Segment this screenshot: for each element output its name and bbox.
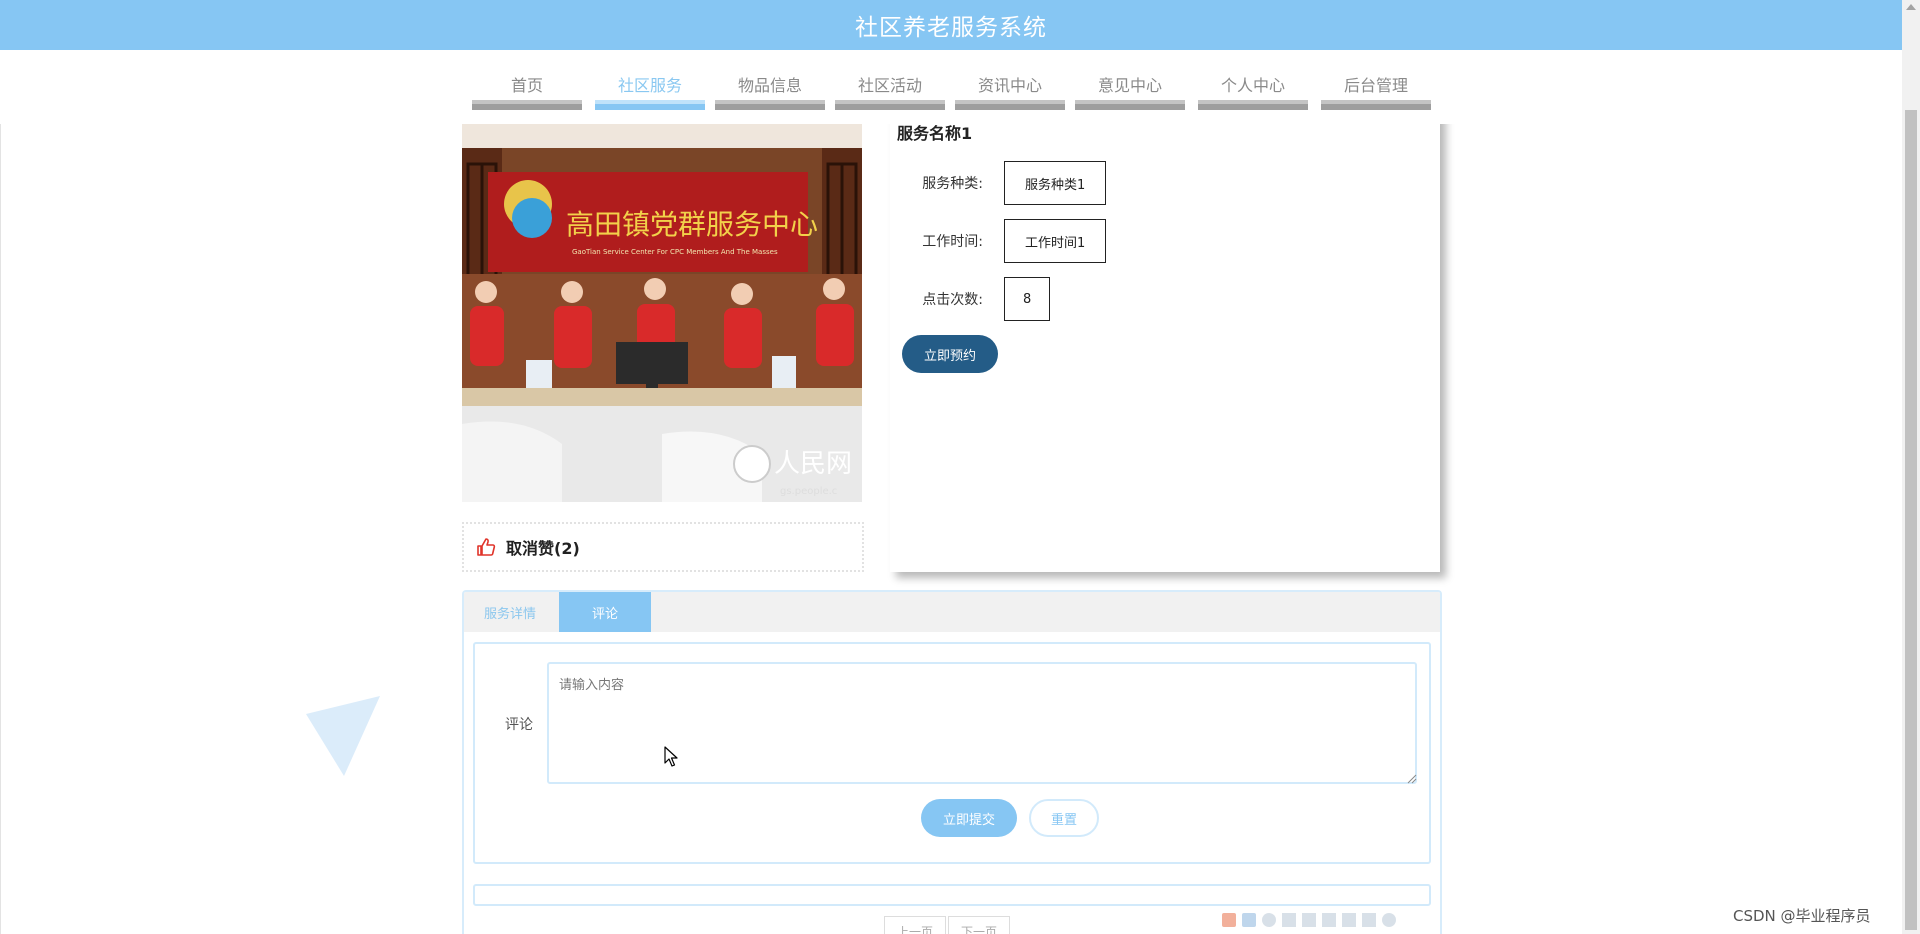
nav-item-label: 个人中心 xyxy=(1220,76,1285,95)
nav-item-bar xyxy=(1321,100,1431,110)
nav-item-bar xyxy=(595,100,705,110)
ime-keyboard-icon[interactable] xyxy=(1302,913,1316,927)
service-category-value: 服务种类1 xyxy=(1004,161,1107,205)
reset-button[interactable]: 重置 xyxy=(1029,799,1099,837)
scrollbar-thumb[interactable] xyxy=(1905,110,1917,930)
service-detail-card: 服务名称1 服务种类: 服务种类1 工作时间: 工作时间1 点击次数: 8 立即… xyxy=(890,110,1440,572)
nav-item-bar xyxy=(835,100,945,110)
nav-item-goods[interactable]: 物品信息 xyxy=(715,50,825,112)
photo-sign-text: 高田镇党群服务中心 xyxy=(566,208,818,241)
photo-watermark-sub: gs.people.c xyxy=(780,486,837,497)
field-row-click-count: 点击次数: 8 xyxy=(890,277,1051,321)
ime-skin-icon[interactable] xyxy=(1362,913,1376,927)
nav-item-bar xyxy=(1075,100,1185,110)
ime-punct-icon[interactable] xyxy=(1282,913,1296,927)
field-label: 点击次数: xyxy=(922,292,983,308)
pagination: 上一页 下一页 xyxy=(884,916,1012,934)
like-count-label: 取消赞(2) xyxy=(506,539,580,558)
service-photo-image: 高田镇党群服务中心 GaoTian Service Center For CPC… xyxy=(462,124,862,502)
nav-item-bar xyxy=(955,100,1065,110)
tab-comments[interactable]: 评论 xyxy=(559,592,651,632)
main-nav: 首页 社区服务 物品信息 社区活动 资讯中心 意见中心 个人中心 后台管理 xyxy=(0,50,1902,124)
ime-toolbar xyxy=(1222,913,1396,927)
prev-page-button[interactable]: 上一页 xyxy=(884,916,946,934)
tab-service-details[interactable]: 服务详情 xyxy=(464,592,556,632)
book-now-button[interactable]: 立即预约 xyxy=(902,335,998,373)
work-time-value: 工作时间1 xyxy=(1004,219,1107,263)
ime-user-icon[interactable] xyxy=(1322,913,1336,927)
field-row-category: 服务种类: 服务种类1 xyxy=(890,161,1107,205)
nav-item-profile[interactable]: 个人中心 xyxy=(1198,50,1308,112)
scroll-up-arrow-icon[interactable] xyxy=(1906,4,1916,10)
nav-item-bar xyxy=(472,100,582,110)
photo-sign-subtext: GaoTian Service Center For CPC Members A… xyxy=(572,248,778,256)
nav-item-label: 首页 xyxy=(510,76,543,95)
field-label: 工作时间: xyxy=(922,234,983,250)
comment-list xyxy=(473,884,1431,906)
comment-form: 评论 立即提交 重置 xyxy=(473,642,1431,864)
nav-item-activities[interactable]: 社区活动 xyxy=(835,50,945,112)
nav-item-news[interactable]: 资讯中心 xyxy=(955,50,1065,112)
click-count-value: 8 xyxy=(1004,277,1051,321)
photo-watermark: 人民网 xyxy=(774,449,852,479)
top-header: 社区养老服务系统 xyxy=(0,0,1902,50)
page-border xyxy=(0,124,1,934)
nav-item-label: 资讯中心 xyxy=(977,76,1042,95)
mouse-cursor-icon xyxy=(664,746,678,767)
ime-lang-icon[interactable] xyxy=(1242,913,1256,927)
field-label: 服务种类: xyxy=(922,176,983,192)
next-page-button[interactable]: 下一页 xyxy=(948,916,1010,934)
nav-item-admin[interactable]: 后台管理 xyxy=(1321,50,1431,112)
nav-item-label: 意见中心 xyxy=(1097,76,1162,95)
nav-item-label: 社区活动 xyxy=(857,76,922,95)
nav-item-bar xyxy=(1198,100,1308,110)
thumb-up-icon xyxy=(477,538,496,556)
nav-item-community-service[interactable]: 社区服务 xyxy=(595,50,705,112)
nav-item-bar xyxy=(715,100,825,110)
csdn-watermark: CSDN @毕业程序员 xyxy=(1733,907,1871,925)
nav-item-label: 社区服务 xyxy=(617,76,682,95)
decorative-triangle xyxy=(306,696,380,776)
field-row-work-time: 工作时间: 工作时间1 xyxy=(890,219,1107,263)
nav-item-label: 后台管理 xyxy=(1343,76,1408,95)
comment-label: 评论 xyxy=(505,717,533,733)
unlike-button[interactable]: 取消赞(2) xyxy=(462,522,864,572)
vertical-scrollbar[interactable] xyxy=(1902,0,1920,934)
service-photo: 高田镇党群服务中心 GaoTian Service Center For CPC… xyxy=(462,124,862,502)
ime-gear-icon[interactable] xyxy=(1382,913,1396,927)
submit-comment-button[interactable]: 立即提交 xyxy=(921,799,1017,837)
nav-item-home[interactable]: 首页 xyxy=(472,50,582,112)
tab-header: 服务详情 评论 xyxy=(464,592,1440,632)
nav-item-feedback[interactable]: 意见中心 xyxy=(1075,50,1185,112)
ime-grid-icon[interactable] xyxy=(1342,913,1356,927)
tabs-panel: 服务详情 评论 评论 立即提交 重置 上一页 下一页 xyxy=(462,590,1442,934)
resize-grip-icon[interactable] xyxy=(1407,774,1417,784)
ime-moon-icon[interactable] xyxy=(1262,913,1276,927)
site-title: 社区养老服务系统 xyxy=(855,15,1047,41)
ime-logo-icon[interactable] xyxy=(1222,913,1236,927)
nav-item-label: 物品信息 xyxy=(737,76,802,95)
